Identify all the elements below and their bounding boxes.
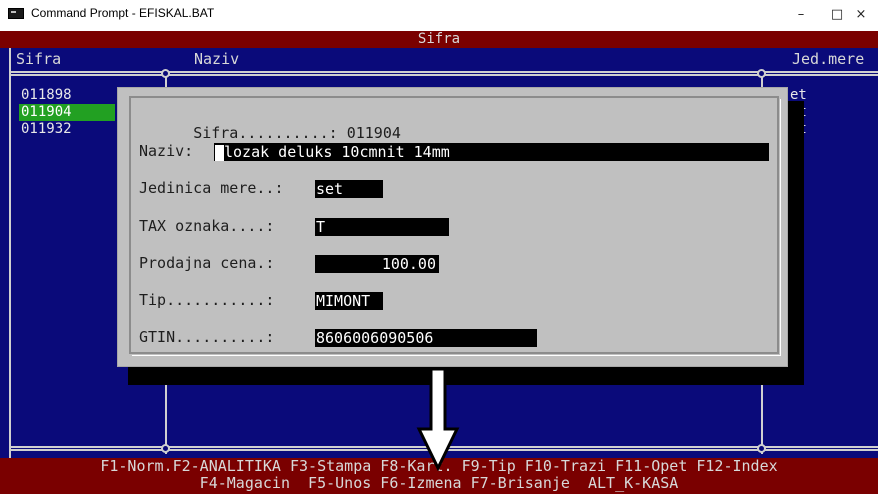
field-type-input[interactable]: MIMONT [315,292,383,310]
field-price-label: Prodajna cena.: [139,254,284,272]
column-header-code: Sifra [16,50,62,68]
field-unit-input[interactable]: set [315,180,383,198]
list-item[interactable]: 011898 [19,87,115,104]
window-titlebar[interactable]: Command Prompt - EFISKAL.BAT – □ × [0,0,878,31]
field-code-value: 011904 [346,124,401,142]
field-name-input[interactable]: Ulozak deluks 10cmnit 14mm [214,143,769,161]
field-code-label: Sifra..........: 011904 [193,124,401,142]
header-divider [9,71,878,76]
window-title: Command Prompt - EFISKAL.BAT [31,6,215,20]
command-prompt-icon [8,8,24,19]
close-button[interactable]: × [844,2,878,28]
divider-joint [161,444,170,453]
field-type-label: Tip...........: [139,291,284,309]
list-item-selected[interactable]: 011904 [19,104,115,121]
function-keys-line-2: F4-Magacin F5-Unos F6-Izmena F7-Brisanje… [199,474,679,492]
field-gtin-label: GTIN..........: [139,328,284,346]
divider-joint [757,69,766,78]
column-header-unit: Jed.mere [792,50,865,68]
divider-joint [757,444,766,453]
column-header-name: Naziv [194,50,240,68]
field-tax-input[interactable]: T [315,218,449,236]
edit-item-dialog: Sifra..........: 011904 Naziv: Ulozak de… [117,87,788,367]
down-arrow-icon [416,367,460,471]
divider-joint [161,69,170,78]
field-price-input[interactable]: 100.00 [315,255,439,273]
field-unit-label: Jedinica mere..: [139,179,293,197]
screen-header: Sifra [0,31,878,48]
left-border [9,48,11,458]
field-gtin-input[interactable]: 8606006090506 [315,329,537,347]
field-name-label: Naziv: [139,142,203,160]
text-cursor: U [215,145,224,161]
list-item[interactable]: 011932 [19,121,115,138]
field-tax-label: TAX oznaka....: [139,217,284,235]
